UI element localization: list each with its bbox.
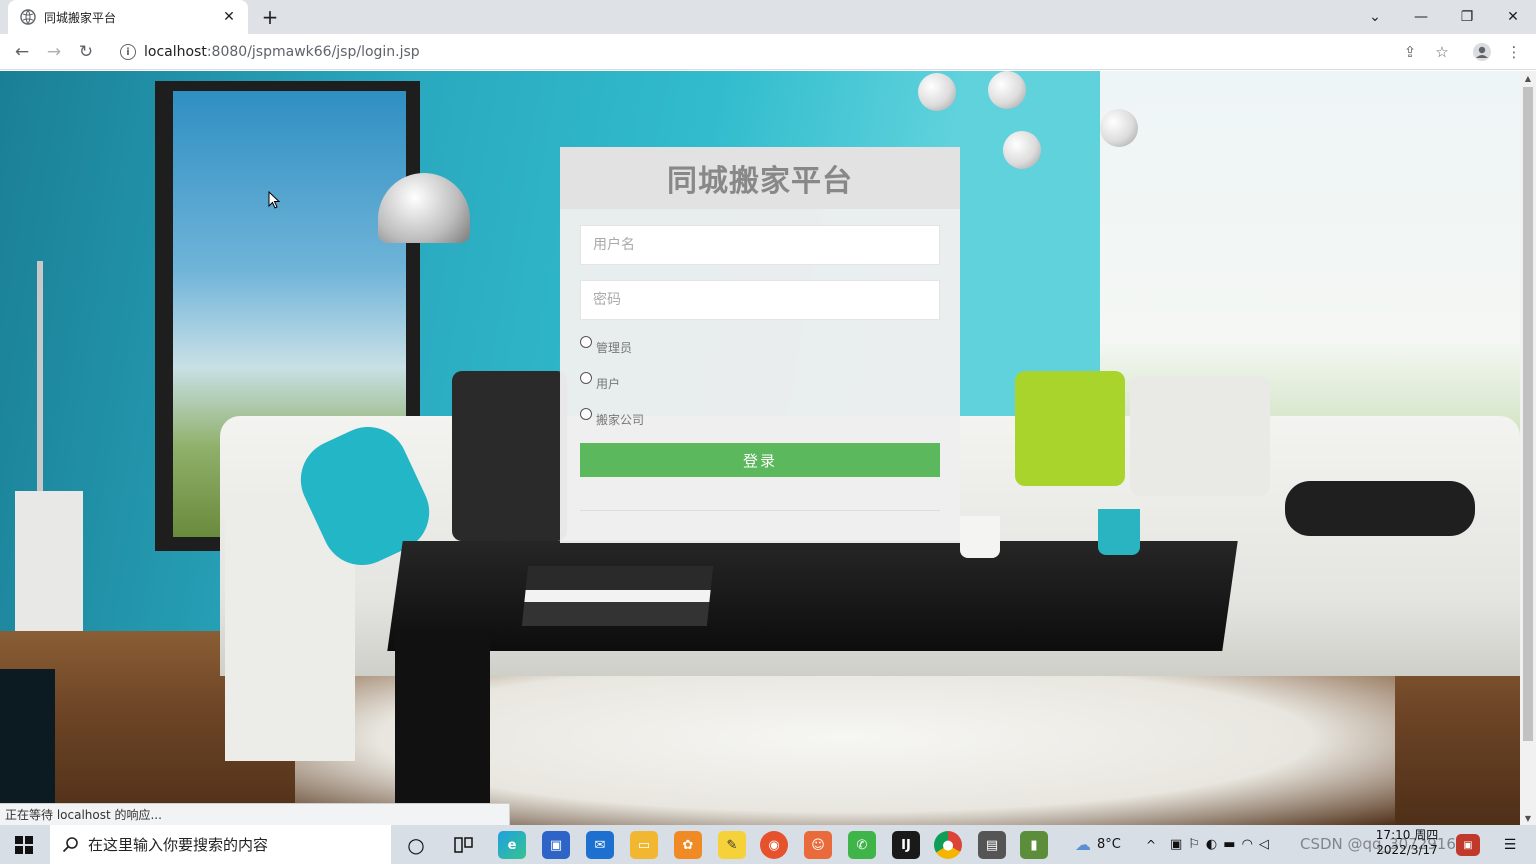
close-window-button[interactable]: ✕ bbox=[1490, 0, 1536, 34]
mail-icon[interactable]: ✉ bbox=[586, 831, 614, 859]
role-option-user[interactable]: 用户 bbox=[580, 371, 620, 391]
login-card: 同城搬家平台 管理员 用户 搬家公司 登录 bbox=[560, 147, 960, 543]
browser-toolbar: ← → ↻ i localhost:8080/jspmawk66/jsp/log… bbox=[0, 34, 1536, 70]
action-center-icon[interactable]: ☰ bbox=[1498, 834, 1522, 856]
site-info-icon[interactable]: i bbox=[120, 44, 136, 60]
clock[interactable]: 17:10 周四 2022/3/17 bbox=[1372, 828, 1442, 858]
reload-button[interactable]: ↻ bbox=[72, 38, 100, 66]
app-green-icon[interactable]: ▮ bbox=[1020, 831, 1048, 859]
restore-button[interactable]: ❐ bbox=[1444, 0, 1490, 34]
weather-cloud-icon: ☁ bbox=[1075, 835, 1091, 854]
cortana-icon[interactable]: ○ bbox=[402, 831, 430, 859]
scroll-down-icon[interactable]: ▼ bbox=[1520, 811, 1536, 825]
weather-temp: 8°C bbox=[1097, 837, 1121, 852]
system-tray-icons[interactable]: ▣⚐◐▬◠◁ bbox=[1170, 825, 1275, 864]
page-viewport: 同城搬家平台 管理员 用户 搬家公司 登录 bbox=[0, 71, 1520, 825]
forward-button[interactable]: → bbox=[40, 38, 68, 66]
search-icon bbox=[62, 836, 78, 852]
windows-start-icon[interactable] bbox=[0, 825, 48, 864]
chrome-icon[interactable]: ● bbox=[934, 831, 962, 859]
address-bar[interactable]: i localhost:8080/jspmawk66/jsp/login.jsp bbox=[110, 37, 1470, 67]
mouse-cursor-icon bbox=[268, 191, 280, 209]
search-placeholder: 在这里输入你要搜索的内容 bbox=[88, 836, 269, 854]
taskbar: 在这里输入你要搜索的内容 ○ e ▣ ✉ ▭ ✿ ✎ ◉ ☺ ✆ IJ ● ▤ … bbox=[0, 825, 1536, 864]
tab-strip: 同城搬家平台 ✕ + ⌄ — ❐ ✕ bbox=[0, 0, 1536, 34]
radio-company[interactable] bbox=[580, 408, 592, 420]
role-option-admin[interactable]: 管理员 bbox=[580, 335, 632, 355]
browser-tab[interactable]: 同城搬家平台 ✕ bbox=[8, 0, 248, 34]
role-option-company[interactable]: 搬家公司 bbox=[580, 407, 644, 427]
app-gray-icon[interactable]: ▤ bbox=[978, 831, 1006, 859]
wechat-icon[interactable]: ✆ bbox=[848, 831, 876, 859]
new-tab-button[interactable]: + bbox=[258, 5, 282, 29]
radio-user[interactable] bbox=[580, 372, 592, 384]
clock-time: 17:10 周四 bbox=[1375, 828, 1439, 842]
login-header: 同城搬家平台 bbox=[560, 147, 960, 209]
file-explorer-icon[interactable]: ▭ bbox=[630, 831, 658, 859]
app-orange-icon[interactable]: ✿ bbox=[674, 831, 702, 859]
menu-kebab-icon[interactable]: ⋮ bbox=[1502, 40, 1526, 64]
role-label-user: 用户 bbox=[596, 376, 621, 391]
back-button[interactable]: ← bbox=[8, 38, 36, 66]
tab-search-chevron-icon[interactable]: ⌄ bbox=[1352, 0, 1398, 34]
notification-app-icon[interactable]: ▣ bbox=[1456, 834, 1480, 856]
scroll-up-icon[interactable]: ▲ bbox=[1520, 71, 1536, 85]
app-avatar-icon[interactable]: ☺ bbox=[804, 831, 832, 859]
taskbar-search[interactable]: 在这里输入你要搜索的内容 bbox=[50, 825, 391, 864]
url-text: localhost:8080/jspmawk66/jsp/login.jsp bbox=[144, 44, 420, 60]
minimize-button[interactable]: — bbox=[1398, 0, 1444, 34]
weather-widget[interactable]: ☁ 8°C bbox=[1075, 825, 1121, 864]
role-label-admin: 管理员 bbox=[596, 340, 633, 355]
tab-title: 同城搬家平台 bbox=[44, 10, 117, 25]
app-yellow-icon[interactable]: ✎ bbox=[718, 831, 746, 859]
task-view-icon[interactable] bbox=[450, 831, 478, 859]
clock-date: 2022/3/17 bbox=[1376, 843, 1438, 857]
share-icon[interactable]: ⇪ bbox=[1398, 40, 1422, 64]
profile-avatar-icon[interactable] bbox=[1470, 40, 1494, 64]
login-button[interactable]: 登录 bbox=[580, 443, 940, 477]
role-label-company: 搬家公司 bbox=[596, 412, 645, 427]
tray-chevron-icon[interactable]: ^ bbox=[1146, 825, 1156, 864]
page-scrollbar[interactable]: ▲ ▼ bbox=[1520, 71, 1536, 825]
edge-icon[interactable]: e bbox=[498, 831, 526, 859]
password-input[interactable] bbox=[580, 280, 940, 320]
status-bubble: 正在等待 localhost 的响应... bbox=[0, 803, 510, 825]
radio-admin[interactable] bbox=[580, 336, 592, 348]
card-divider bbox=[580, 510, 940, 511]
username-input[interactable] bbox=[580, 225, 940, 265]
close-tab-icon[interactable]: ✕ bbox=[220, 8, 238, 26]
intellij-icon[interactable]: IJ bbox=[892, 831, 920, 859]
login-title: 同城搬家平台 bbox=[667, 164, 853, 199]
globe-icon bbox=[20, 9, 36, 25]
bookmark-star-icon[interactable]: ☆ bbox=[1430, 40, 1454, 64]
store-icon[interactable]: ▣ bbox=[542, 831, 570, 859]
firefox-icon[interactable]: ◉ bbox=[760, 831, 788, 859]
scrollbar-thumb[interactable] bbox=[1523, 87, 1533, 741]
